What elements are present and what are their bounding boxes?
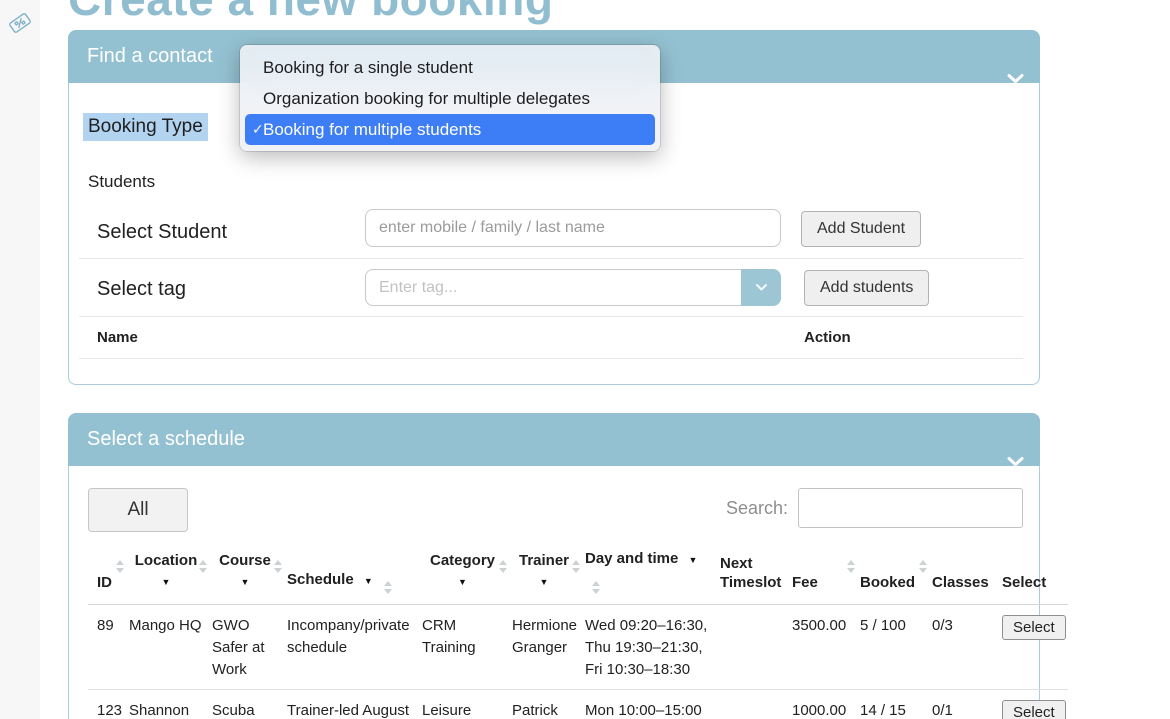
cell-next-timeslot xyxy=(719,604,791,689)
cell-day-time: Mon 10:00–15:00 xyxy=(584,689,719,719)
col-header-schedule[interactable]: Schedule ▼ xyxy=(286,540,421,604)
col-header-next-timeslot[interactable]: Next Timeslot xyxy=(719,540,791,604)
filter-dropdown-icon[interactable]: ▼ xyxy=(512,573,576,592)
cell-category: Leisure xyxy=(421,689,511,719)
cell-category: CRM Training xyxy=(421,604,511,689)
cell-classes: 0/1 xyxy=(931,689,1001,719)
cell-booked: 14 / 15 xyxy=(859,689,931,719)
sort-icon xyxy=(572,560,580,573)
schedule-table: ID Location ▼ Course ▼ xyxy=(88,540,1068,719)
search-label: Search: xyxy=(726,498,788,519)
cell-fee: 1000.00 xyxy=(791,689,859,719)
coupon-icon[interactable] xyxy=(6,9,34,42)
cell-classes: 0/3 xyxy=(931,604,1001,689)
filter-dropdown-icon[interactable]: ▼ xyxy=(129,573,203,592)
select-schedule-button[interactable]: Select xyxy=(1002,615,1066,640)
select-student-input[interactable] xyxy=(365,209,781,247)
cell-location: Shannon Leisure xyxy=(128,689,211,719)
cell-course: Scuba Diving xyxy=(211,689,286,719)
filter-dropdown-icon[interactable]: ▼ xyxy=(689,555,698,565)
select-schedule-panel-body: All Search: ID Location xyxy=(68,466,1040,719)
main-content: Create a new booking Find a contact Book… xyxy=(40,0,1170,719)
cell-trainer: Hermione Granger xyxy=(511,604,584,689)
checkmark-icon: ✓ xyxy=(252,114,264,145)
col-header-day-time[interactable]: Day and time ▼ xyxy=(584,540,719,604)
divider xyxy=(79,316,1023,317)
add-students-button[interactable]: Add students xyxy=(804,270,929,306)
cell-id: 89 xyxy=(88,604,128,689)
col-header-classes[interactable]: Classes xyxy=(931,540,1001,604)
cell-fee: 3500.00 xyxy=(791,604,859,689)
booking-type-dropdown: Booking for a single student Organizatio… xyxy=(240,45,660,151)
contacts-action-header: Action xyxy=(804,329,851,346)
select-schedule-title: Select a schedule xyxy=(87,428,245,450)
page-title: Create a new booking xyxy=(68,0,553,26)
sort-icon xyxy=(384,581,392,594)
find-contact-title: Find a contact xyxy=(87,45,213,67)
sort-icon xyxy=(499,560,507,573)
col-header-category[interactable]: Category ▼ xyxy=(421,540,511,604)
search-input[interactable] xyxy=(798,488,1023,528)
cell-select: Select xyxy=(1001,604,1068,689)
cell-schedule: Incompany/private schedule xyxy=(286,604,421,689)
select-schedule-panel-header[interactable]: Select a schedule xyxy=(68,413,1040,466)
col-header-id[interactable]: ID xyxy=(88,540,128,604)
tag-input[interactable] xyxy=(365,269,741,306)
add-student-button[interactable]: Add Student xyxy=(801,211,921,247)
cell-schedule: Trainer-led August 2023 xyxy=(286,689,421,719)
all-filter-button[interactable]: All xyxy=(88,488,188,532)
col-header-course[interactable]: Course ▼ xyxy=(211,540,286,604)
tag-dropdown-button[interactable] xyxy=(741,269,781,306)
dropdown-option-single-student[interactable]: Booking for a single student xyxy=(240,52,660,83)
students-label: Students xyxy=(88,172,155,192)
sort-icon xyxy=(592,581,600,594)
divider xyxy=(79,358,1023,359)
select-schedule-button[interactable]: Select xyxy=(1002,700,1066,719)
filter-dropdown-icon[interactable]: ▼ xyxy=(364,576,373,586)
select-student-label: Select Student xyxy=(97,221,227,244)
col-header-booked[interactable]: Booked xyxy=(859,540,931,604)
filter-dropdown-icon[interactable]: ▼ xyxy=(212,573,278,592)
sort-icon xyxy=(919,560,927,573)
booking-type-label: Booking Type xyxy=(83,113,208,141)
cell-id: 123 xyxy=(88,689,128,719)
sort-icon xyxy=(199,560,207,573)
chevron-down-icon xyxy=(755,280,768,295)
divider xyxy=(79,258,1023,259)
schedule-table-header-row: ID Location ▼ Course ▼ xyxy=(88,540,1068,604)
dropdown-option-organization[interactable]: Organization booking for multiple delega… xyxy=(240,83,660,114)
sort-icon xyxy=(116,560,124,573)
sort-icon xyxy=(847,560,855,573)
col-header-fee[interactable]: Fee xyxy=(791,540,859,604)
find-contact-panel: Find a contact Booking Type Students Sel… xyxy=(68,30,1040,385)
col-header-location[interactable]: Location ▼ xyxy=(128,540,211,604)
tag-select-group xyxy=(365,269,781,306)
schedule-row-89: 89 Mango HQ GWO Safer at Work Incompany/… xyxy=(88,604,1068,689)
cell-day-time: Wed 09:20–16:30, Thu 19:30–21:30, Fri 10… xyxy=(584,604,719,689)
filter-dropdown-icon[interactable]: ▼ xyxy=(422,573,503,592)
sort-icon xyxy=(274,560,282,573)
left-sidebar xyxy=(0,0,40,719)
cell-course: GWO Safer at Work xyxy=(211,604,286,689)
contacts-name-header: Name xyxy=(97,329,138,346)
cell-location: Mango HQ xyxy=(128,604,211,689)
cell-select: Select xyxy=(1001,689,1068,719)
select-tag-label: Select tag xyxy=(97,278,186,301)
col-header-select: Select xyxy=(1001,540,1068,604)
schedule-row-123: 123 Shannon Leisure Scuba Diving Trainer… xyxy=(88,689,1068,719)
cell-next-timeslot xyxy=(719,689,791,719)
select-schedule-panel: Select a schedule All Search: ID xyxy=(68,413,1040,719)
col-header-trainer[interactable]: Trainer ▼ xyxy=(511,540,584,604)
cell-trainer: Patrick Star xyxy=(511,689,584,719)
dropdown-option-multiple-students[interactable]: ✓ Booking for multiple students xyxy=(245,114,655,145)
cell-booked: 5 / 100 xyxy=(859,604,931,689)
